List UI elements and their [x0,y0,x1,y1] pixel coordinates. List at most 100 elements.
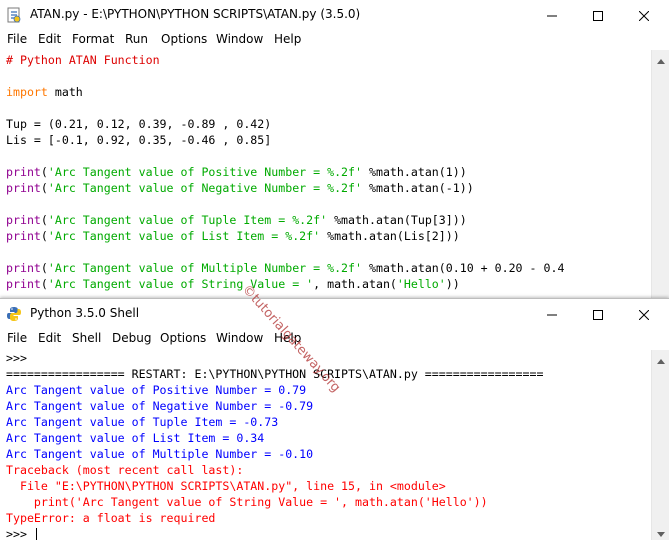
minimize-button[interactable] [529,0,575,30]
minimize-icon [547,305,557,324]
chevron-up-icon [656,349,665,368]
editor-code-line: Lis = [-0.1, 0.92, 0.35, -0.46 , 0.85] [6,132,271,148]
shell-menubar: File Edit Shell Debug Options Window Hel… [0,329,669,349]
editor-scrollbar[interactable] [651,50,669,300]
maximize-icon [593,305,603,324]
close-icon [638,305,650,324]
shell-menu-file[interactable]: File [7,331,27,345]
shell-scroll-up-arrow[interactable] [652,350,669,367]
editor-window: ATAN.py - E:\PYTHON\PYTHON SCRIPTS\ATAN.… [0,0,669,301]
shell-minimize-button[interactable] [529,299,575,329]
code-token: %math.atan(0.10 + 0.20 - 0.4 [362,261,565,275]
chevron-up-icon [656,49,665,68]
code-token: 'Arc Tangent value of List Item = %.2f' [47,229,321,243]
code-token: ( [40,229,48,243]
code-token: Lis = [-0.1, 0.92, 0.35, -0.46 , 0.85] [6,133,272,147]
chevron-down-icon [656,522,665,540]
shell-output-line: print('Arc Tangent value of String Value… [6,494,488,510]
menu-options[interactable]: Options [161,32,207,46]
shell-close-button[interactable] [621,299,667,329]
text-cursor [35,528,38,540]
menu-window[interactable]: Window [216,32,263,46]
shell-maximize-button[interactable] [575,299,621,329]
shell-output-line: >>> [6,350,34,366]
menu-file[interactable]: File [7,32,27,46]
close-icon [638,6,650,25]
menu-format[interactable]: Format [72,32,114,46]
shell-menu-options[interactable]: Options [160,331,206,345]
code-token: Arc Tangent value of Tuple Item = -0.73 [6,415,279,429]
maximize-button[interactable] [575,0,621,30]
code-token: print [6,213,41,227]
code-token: print [6,277,41,291]
shell-menu-shell[interactable]: Shell [72,331,101,345]
editor-code-line: print('Arc Tangent value of Positive Num… [6,164,467,180]
code-token: %math.atan(Tup[3])) [327,213,467,227]
shell-output-line: Arc Tangent value of Positive Number = 0… [6,382,306,398]
shell-menu-window[interactable]: Window [216,331,263,345]
menu-run[interactable]: Run [125,32,148,46]
code-token: # Python ATAN Function [6,53,160,67]
code-token: 'Arc Tangent value of Tuple Item = %.2f' [47,213,328,227]
code-token: Arc Tangent value of Positive Number = 0… [6,383,307,397]
shell-scroll-down-arrow[interactable] [652,523,669,540]
code-token: Arc Tangent value of Multiple Number = -… [6,447,314,461]
python-logo-icon [6,306,22,322]
editor-titlebar[interactable]: ATAN.py - E:\PYTHON\PYTHON SCRIPTS\ATAN.… [0,0,669,30]
code-token: print [6,229,41,243]
code-token: 'Hello' [396,277,446,291]
shell-output-line: >>> [6,526,38,540]
shell-window: Python 3.5.0 Shell File Edit Shell Debug… [0,298,669,540]
shell-menu-edit[interactable]: Edit [38,331,61,345]
shell-title: Python 3.5.0 Shell [30,306,140,320]
code-token: TypeError: a float is required [6,511,216,525]
shell-output-line: Arc Tangent value of Negative Number = -… [6,398,313,414]
editor-code-line: print('Arc Tangent value of Tuple Item =… [6,212,467,228]
python-file-icon [6,7,22,23]
code-token: Traceback (most recent call last): [6,463,244,477]
code-token: print('Arc Tangent value of String Value… [6,495,488,509]
editor-code-line: import math [6,84,83,100]
code-token: 'Arc Tangent value of Positive Number = … [47,165,362,179]
shell-scrollbar[interactable] [651,350,669,540]
scroll-up-arrow[interactable] [652,50,669,67]
code-token: ( [40,181,48,195]
menu-edit[interactable]: Edit [38,32,61,46]
code-token: , math.atan( [313,277,397,291]
shell-output-line: File "E:\PYTHON\PYTHON SCRIPTS\ATAN.py",… [6,478,446,494]
editor-menubar: File Edit Format Run Options Window Help [0,30,669,50]
shell-output-line: Arc Tangent value of Multiple Number = -… [6,446,313,462]
shell-output-line: Arc Tangent value of Tuple Item = -0.73 [6,414,278,430]
code-token: %math.atan(1)) [362,165,467,179]
shell-menu-debug[interactable]: Debug [112,331,151,345]
editor-code-line: # Python ATAN Function [6,52,160,68]
shell-titlebar[interactable]: Python 3.5.0 Shell [0,299,669,329]
code-token: ( [40,261,48,275]
code-token: print [6,261,41,275]
code-token: Arc Tangent value of Negative Number = -… [6,399,314,413]
menu-help[interactable]: Help [274,32,301,46]
code-token: math [47,85,83,99]
code-token: >>> [6,351,34,365]
shell-output-line: Arc Tangent value of List Item = 0.34 [6,430,264,446]
code-token: 'Arc Tangent value of Multiple Number = … [47,261,362,275]
editor-code-line: Tup = (0.21, 0.12, 0.39, -0.89 , 0.42) [6,116,271,132]
editor-code-line: print('Arc Tangent value of List Item = … [6,228,460,244]
shell-output-line: TypeError: a float is required [6,510,215,526]
editor-code-area[interactable]: # Python ATAN Function import math Tup = (… [0,50,652,300]
code-token: ================= RESTART: E:\PYTHON\PYT… [6,367,544,381]
maximize-icon [593,6,603,25]
code-token: Arc Tangent value of List Item = 0.34 [6,431,265,445]
code-token: ( [40,277,48,291]
close-button[interactable] [621,0,667,30]
code-token: import [6,85,48,99]
editor-code-line: print('Arc Tangent value of Multiple Num… [6,260,564,276]
code-token: 'Arc Tangent value of Negative Number = … [47,181,362,195]
code-token: ( [40,165,48,179]
code-token: 'Arc Tangent value of String Value = ' [47,277,314,291]
code-token: ( [40,213,48,227]
code-token: print [6,181,41,195]
shell-output-line: Traceback (most recent call last): [6,462,243,478]
code-token: >>> [6,527,34,540]
minimize-icon [547,6,557,25]
